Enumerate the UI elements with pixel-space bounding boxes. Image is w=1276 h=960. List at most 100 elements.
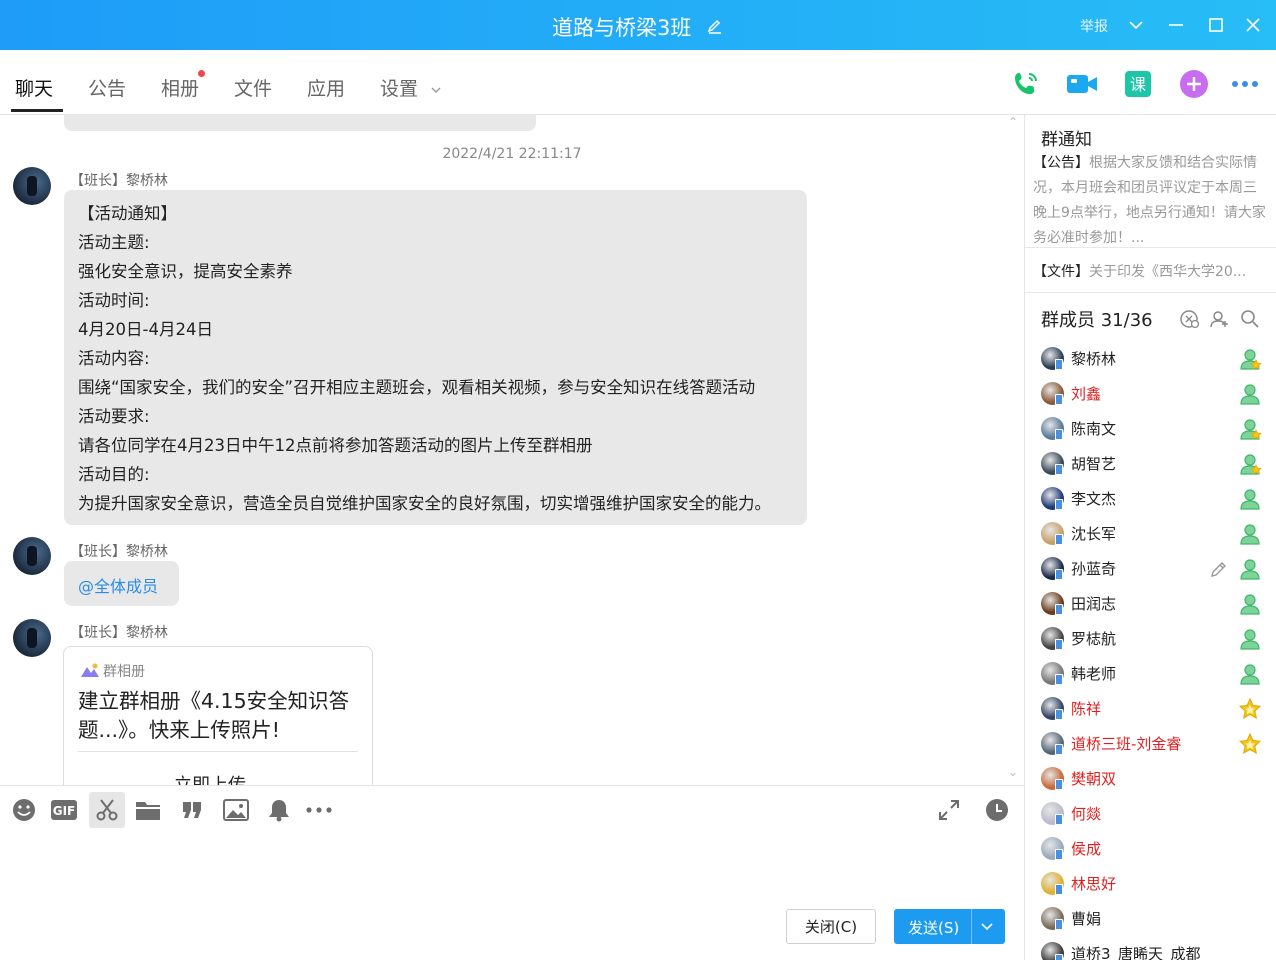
tab-settings[interactable]: 设置 [380,74,442,101]
album-card[interactable]: 群相册 建立群相册《4.15安全知识答题...》。快来上传照片! 立即上传 [63,646,373,785]
add-app-icon[interactable] [1178,68,1210,100]
history-clock-icon[interactable] [982,796,1012,824]
mention-all-link[interactable]: @全体成员 [78,573,158,597]
send-button[interactable]: 发送(S) [894,909,1005,944]
member-name: 田润志 [1071,595,1117,613]
member-row[interactable]: 陈祥 [1025,691,1276,726]
member-name: 樊朝双 [1071,770,1117,788]
message-line: 为提升国家安全意识，营造全员自觉维护国家安全的良好氛围，切实增强维护国家安全的能… [78,494,771,513]
album-notification-dot [198,70,205,77]
folder-icon[interactable] [133,796,163,824]
star-badge-icon [1238,697,1262,721]
avatar[interactable] [13,167,51,205]
user-icon [1238,487,1262,511]
tab-chat[interactable]: 聊天 [15,74,53,101]
mobile-online-icon [1055,639,1063,650]
more-tools-icon[interactable] [304,796,334,824]
close-window-icon[interactable] [1242,14,1264,36]
member-row[interactable]: 李文杰 [1025,481,1276,516]
message-line: 强化安全意识，提高安全素养 [78,262,293,281]
maximize-icon[interactable] [1205,14,1227,36]
member-row[interactable]: 田润志 [1025,586,1276,621]
member-row[interactable]: 道桥三班-刘金睿 [1025,726,1276,761]
member-name: 李文杰 [1071,490,1117,508]
user-icon [1238,592,1262,616]
add-member-icon[interactable] [1209,308,1231,330]
close-button[interactable]: 关闭(C) [786,909,876,944]
member-name: 林思好 [1071,875,1117,893]
member-row[interactable]: 陈南文 [1025,411,1276,446]
avatar[interactable] [13,537,51,575]
edit-title-icon[interactable] [706,17,724,41]
minimize-icon[interactable] [1165,14,1187,36]
dropdown-chevron-icon[interactable] [1125,14,1147,36]
scroll-top-arrow-icon[interactable]: ⌃ [1008,115,1018,129]
member-row[interactable]: 何燚 [1025,796,1276,831]
tab-album[interactable]: 相册 [161,74,199,101]
member-row[interactable]: 沈长军 [1025,516,1276,551]
user-icon [1238,557,1262,581]
chat-history[interactable]: ⌃ 2022/4/21 22:11:17 【班长】黎桥林 【活动通知】 活动主题… [0,115,1024,785]
member-name: 道桥3_唐睎天_成都 [1071,945,1201,960]
image-icon[interactable] [221,796,251,824]
quote-icon[interactable] [177,796,207,824]
scroll-bottom-arrow-icon[interactable]: ⌄ [1008,765,1018,779]
message-line: 【活动通知】 [78,204,177,223]
member-row[interactable]: 道桥3_唐睎天_成都 [1025,936,1276,960]
report-link[interactable]: 举报 [1080,16,1108,36]
message-input-area[interactable]: GIF 关闭(C) 发送(S) [0,785,1024,960]
phone-call-icon[interactable] [1010,68,1042,100]
tab-apps[interactable]: 应用 [307,74,345,101]
admin-user-icon [1238,417,1262,441]
file-text: 关于印发《西华大学20... [1089,264,1247,280]
send-options-chevron-icon[interactable] [980,919,994,937]
message-line: 活动内容: [78,349,150,368]
mobile-online-icon [1055,534,1063,545]
classroom-icon[interactable]: 课 [1122,68,1154,100]
member-stats-icon[interactable] [1179,308,1201,330]
bell-icon[interactable] [264,796,294,824]
member-name: 陈祥 [1071,700,1102,718]
member-row[interactable]: 韩老师 [1025,656,1276,691]
member-row[interactable]: 侯成 [1025,831,1276,866]
mobile-online-icon [1055,709,1063,720]
divider [1025,247,1276,248]
member-row[interactable]: 胡智艺 [1025,446,1276,481]
more-icon[interactable] [1229,68,1261,100]
mention-bubble[interactable]: @全体成员 [64,561,179,606]
video-call-icon[interactable] [1066,68,1098,100]
message-line: 活动目的: [78,465,150,484]
activity-notice-bubble[interactable]: 【活动通知】 活动主题: 强化安全意识，提高安全素养 活动时间: 4月20日-4… [64,190,807,525]
previous-message-bubble [64,115,536,131]
tab-files[interactable]: 文件 [234,74,272,101]
announcement-preview[interactable]: 【公告】根据大家反馈和结合实际情况，本月班会和团员评议定于本周三晚上9点举行，地… [1033,151,1269,251]
expand-icon[interactable] [934,796,964,824]
mobile-online-icon [1055,464,1063,475]
upload-now-link[interactable]: 立即上传 [174,771,246,785]
member-row[interactable]: 林思好 [1025,866,1276,901]
tab-bar: 聊天 公告 相册 文件 应用 设置 课 [0,50,1276,115]
edit-nickname-icon[interactable] [1209,559,1229,579]
file-preview[interactable]: 【文件】关于印发《西华大学20... [1033,261,1269,281]
member-row[interactable]: 刘鑫 [1025,376,1276,411]
avatar[interactable] [13,619,51,657]
member-row[interactable]: 黎桥林 [1025,341,1276,376]
scissors-icon[interactable] [89,792,125,828]
member-row[interactable]: 樊朝双 [1025,761,1276,796]
gif-icon[interactable]: GIF [49,796,79,824]
member-row[interactable]: 罗梽航 [1025,621,1276,656]
mobile-online-icon [1055,674,1063,685]
tab-announcement[interactable]: 公告 [88,74,126,101]
member-row[interactable]: 曹娟 [1025,901,1276,936]
divider [1025,292,1276,293]
send-button-label: 发送(S) [908,919,960,937]
card-divider [78,751,358,752]
member-row[interactable]: 孙蓝奇 [1025,551,1276,586]
search-members-icon[interactable] [1239,308,1261,330]
active-tab-underline [11,109,63,112]
mobile-online-icon [1055,954,1063,960]
mobile-online-icon [1055,604,1063,615]
message-line: 活动要求: [78,407,150,426]
file-tag: 【文件】 [1033,264,1089,280]
emoji-icon[interactable] [9,796,39,824]
